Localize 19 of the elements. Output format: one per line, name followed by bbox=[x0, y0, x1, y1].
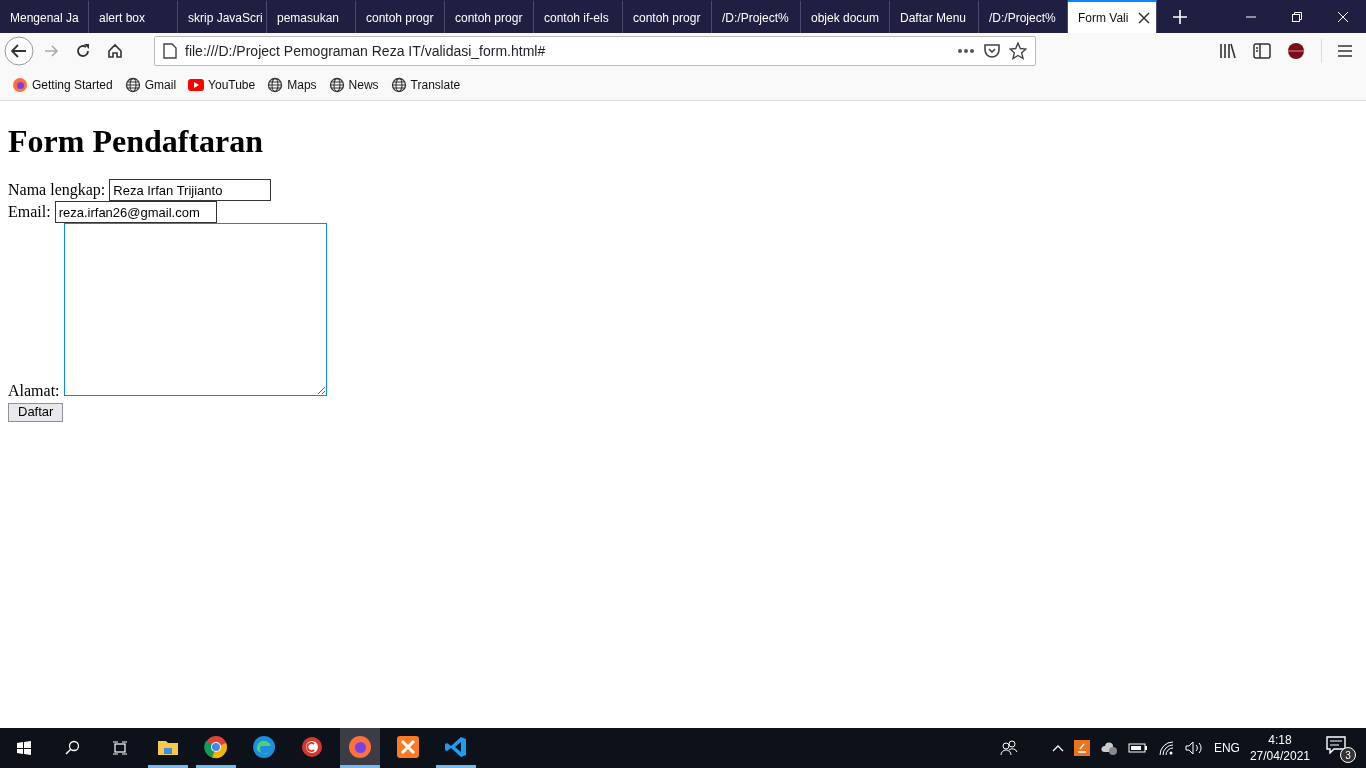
submit-button[interactable]: Daftar bbox=[8, 402, 64, 422]
page-heading: Form Pendaftaran bbox=[8, 122, 265, 161]
clock-date[interactable]: 27/04/2021 bbox=[1249, 748, 1310, 765]
browser-tab[interactable]: Form Vali bbox=[1068, 0, 1157, 33]
language-indicator[interactable]: ENG bbox=[1213, 739, 1240, 757]
bookmark-item[interactable]: Translate bbox=[390, 75, 461, 94]
bookmark-item[interactable]: Maps bbox=[267, 75, 317, 94]
field-label: Alamat: bbox=[8, 382, 60, 400]
notification-count: 3 bbox=[1340, 747, 1356, 763]
address-bar[interactable]: file:///D:/Project Pemograman Reza IT/validasi_form.html# bbox=[154, 36, 1036, 66]
field-label: Nama lengkap: bbox=[8, 180, 106, 198]
bookmark-item[interactable]: YouTube bbox=[188, 75, 256, 94]
input-field[interactable]: reza.irfan26@gmail.com bbox=[54, 201, 217, 224]
bookmark-item[interactable]: News bbox=[328, 75, 379, 94]
bookmark-item[interactable]: Getting Started bbox=[12, 75, 113, 94]
input-field[interactable]: Reza Irfan Trijianto bbox=[109, 179, 272, 202]
bookmark-item[interactable]: Gmail bbox=[124, 75, 177, 94]
field-label: Email: bbox=[8, 202, 51, 220]
clock-time[interactable]: 4:18 bbox=[1268, 731, 1292, 748]
